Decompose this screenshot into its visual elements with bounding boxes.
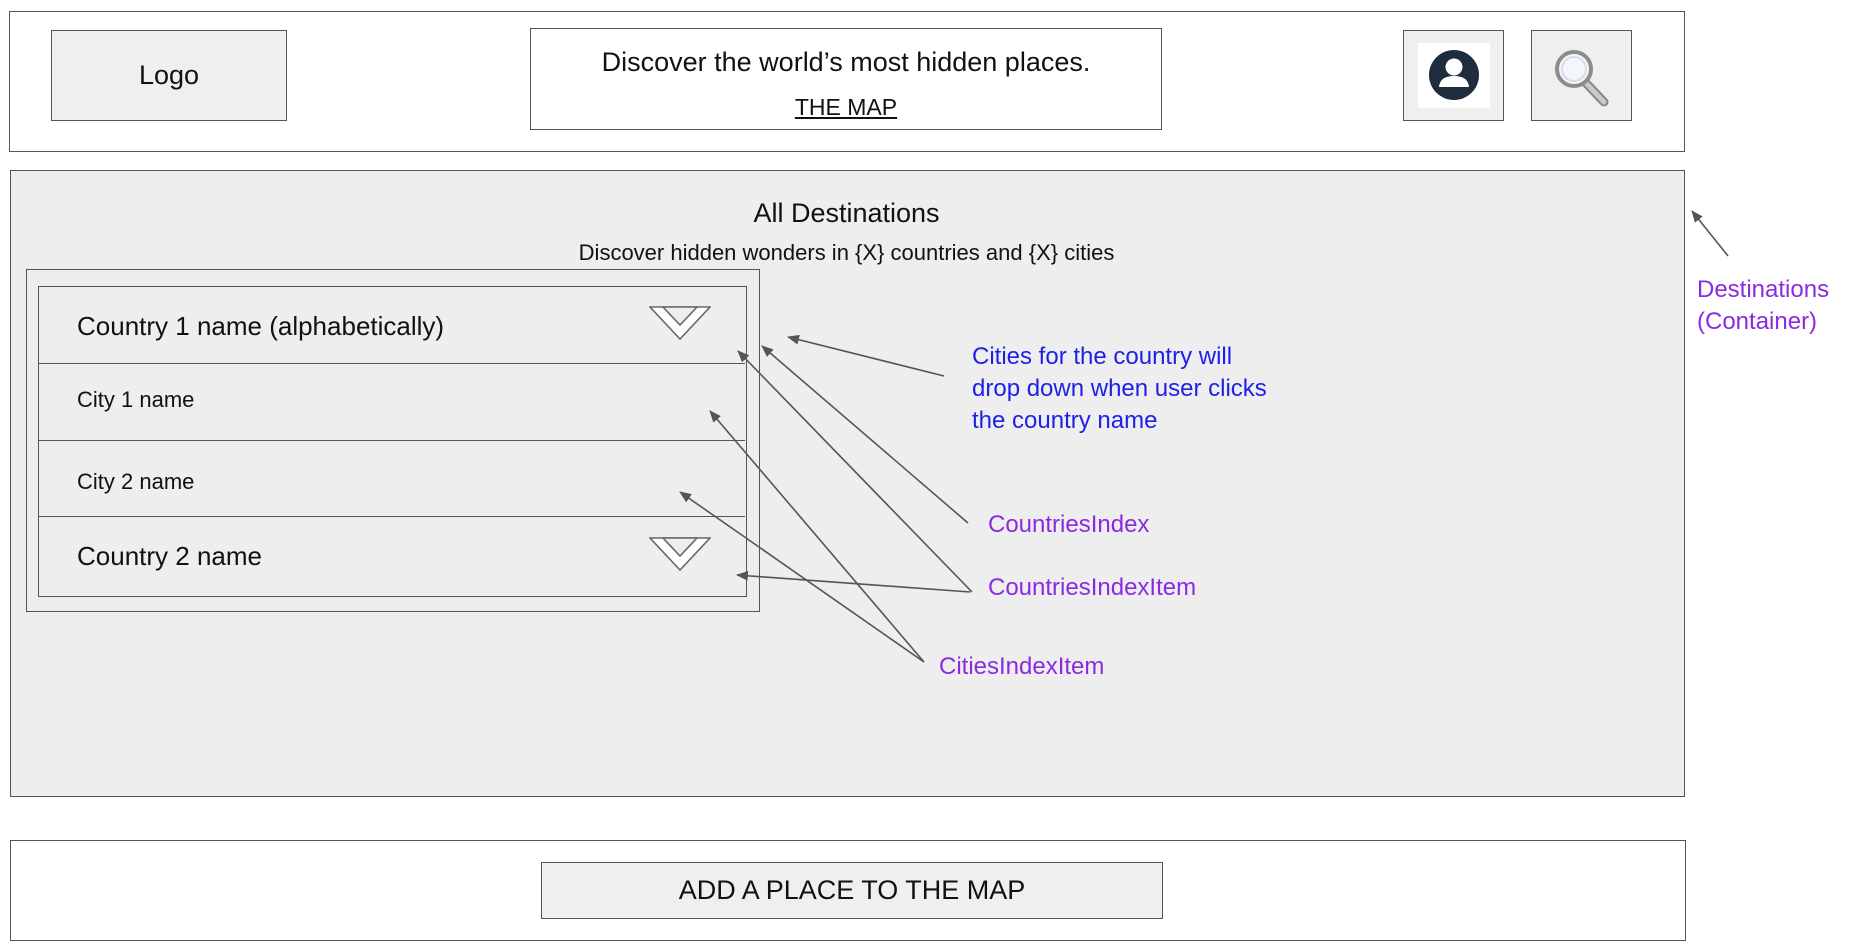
countries-index-label: CountriesIndex bbox=[988, 511, 1150, 538]
destinations-subtitle: Discover hidden wonders in {X} countries… bbox=[578, 240, 1115, 265]
country-row[interactable]: Country 2 name bbox=[39, 517, 745, 595]
arrow-destinations-container bbox=[1691, 210, 1729, 257]
city-name: City 2 name bbox=[77, 469, 195, 494]
chevron-down-icon bbox=[649, 537, 711, 571]
search-button[interactable] bbox=[1531, 30, 1632, 121]
dropdown-note: Cities for the country will drop down wh… bbox=[972, 341, 1267, 437]
dropdown-note-line: drop down when user clicks bbox=[972, 375, 1267, 402]
container-label-line: (Container) bbox=[1697, 308, 1818, 335]
container-label-line: Destinations bbox=[1697, 276, 1830, 303]
cities-index-item-label: CitiesIndexItem bbox=[939, 653, 1105, 680]
search-icon bbox=[1555, 50, 1609, 107]
logo[interactable]: Logo bbox=[51, 30, 287, 121]
country-name: Country 2 name bbox=[77, 541, 262, 571]
country-row[interactable]: Country 1 name (alphabetically) bbox=[39, 287, 745, 364]
city-name: City 1 name bbox=[77, 387, 195, 412]
chevron-down-icon bbox=[649, 306, 711, 340]
countries-list: Country 1 name (alphabetically) City 1 n… bbox=[38, 286, 747, 597]
tagline: Discover the world’s most hidden places. bbox=[601, 47, 1091, 77]
country-name: Country 1 name (alphabetically) bbox=[77, 311, 445, 341]
add-place-button[interactable]: ADD A PLACE TO THE MAP bbox=[541, 862, 1163, 919]
destinations-container-label: Destinations (Container) bbox=[1697, 274, 1829, 338]
add-place-label: ADD A PLACE TO THE MAP bbox=[678, 875, 1026, 905]
city-row[interactable]: City 1 name bbox=[39, 364, 745, 441]
the-map-link[interactable]: THE MAP bbox=[531, 94, 1161, 121]
profile-button[interactable] bbox=[1403, 30, 1504, 121]
destinations-title: All Destinations bbox=[753, 198, 940, 228]
dropdown-note-line: Cities for the country will bbox=[972, 343, 1233, 370]
city-row[interactable]: City 2 name bbox=[39, 441, 745, 517]
logo-label: Logo bbox=[138, 60, 200, 90]
dropdown-note-line: the country name bbox=[972, 407, 1158, 434]
tagline-box: Discover the world’s most hidden places.… bbox=[530, 28, 1162, 130]
countries-index-item-label: CountriesIndexItem bbox=[988, 574, 1197, 601]
user-icon bbox=[1418, 43, 1490, 108]
